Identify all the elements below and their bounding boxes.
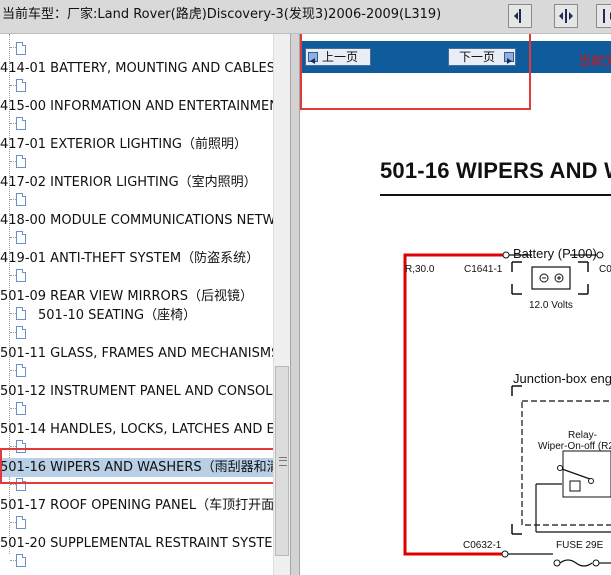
tree-item-label: 501-12 INSTRUMENT PANEL AND CONSOLE xyxy=(0,384,281,399)
panel-split-icon xyxy=(559,9,573,23)
connector-label: C0 xyxy=(599,264,611,275)
tree-item-label: 501-17 ROOF OPENING PANEL（车顶打开面板） xyxy=(0,498,290,513)
tree-item[interactable]: 501-12 INSTRUMENT PANEL AND CONSOLE xyxy=(0,382,281,401)
tree-branch xyxy=(10,47,16,48)
tree-scrollbar[interactable] xyxy=(273,34,290,575)
tree-item-label: 418-00 MODULE COMMUNICATIONS NETWORK xyxy=(0,213,290,228)
grip-icon xyxy=(279,457,287,466)
tree-item[interactable]: 501-10 SEATING（座椅） xyxy=(38,306,196,325)
page-icon xyxy=(16,307,26,320)
page-icon xyxy=(16,117,26,130)
tree-item-label: 417-02 INTERIOR LIGHTING（室内照明） xyxy=(0,175,257,190)
tree-item-label: 414-01 BATTERY, MOUNTING AND CABLES xyxy=(0,61,276,76)
tree-item[interactable]: 419-01 ANTI-THEFT SYSTEM（防盗系统） xyxy=(0,249,259,268)
tree-item-label: 501-10 SEATING（座椅） xyxy=(38,308,197,323)
tree-item[interactable]: 501-20 SUPPLEMENTAL RESTRAINT SYSTEM xyxy=(0,534,284,553)
junction-box-label: Junction-box eng xyxy=(513,371,611,386)
scrollbar-thumb[interactable] xyxy=(275,366,289,556)
power-wire xyxy=(403,253,506,556)
relay-label: Relay- xyxy=(568,430,597,441)
tree-item-label: 419-01 ANTI-THEFT SYSTEM（防盗系统） xyxy=(0,251,260,266)
battery-voltage-label: 12.0 Volts xyxy=(529,300,573,311)
page-icon xyxy=(16,554,26,567)
tree-item-label: 415-00 INFORMATION AND ENTERTAINMENT xyxy=(0,99,287,114)
panel-left-icon xyxy=(514,9,521,23)
page-icon xyxy=(16,326,26,339)
document-panel: 上一页 下一页 当前文 501-16 WIPERS AND WASHERS xyxy=(300,34,611,575)
page-icon xyxy=(16,231,26,244)
page-icon xyxy=(16,79,26,92)
tree-item[interactable]: 417-02 INTERIOR LIGHTING（室内照明） xyxy=(0,173,257,192)
tree-item[interactable]: 501-14 HANDLES, LOCKS, LATCHES AND ENTRY xyxy=(0,420,290,439)
tree-item[interactable]: 501-11 GLASS, FRAMES AND MECHANISMS xyxy=(0,344,279,363)
page-icon xyxy=(16,155,26,168)
layout-left-button[interactable] xyxy=(508,4,532,28)
battery-label: Battery (P100) xyxy=(513,246,597,261)
page-icon xyxy=(16,193,26,206)
tree-item[interactable]: 501-09 REAR VIEW MIRRORS（后视镜） xyxy=(0,287,253,306)
highlight-box-selected-item xyxy=(0,448,277,484)
panel-splitter[interactable] xyxy=(290,34,300,575)
tree-item[interactable]: 414-01 BATTERY, MOUNTING AND CABLES xyxy=(0,59,275,78)
connector-label: C1641-1 xyxy=(464,264,503,275)
tree-item-label: 501-11 GLASS, FRAMES AND MECHANISMS xyxy=(0,346,280,361)
panel-right-icon xyxy=(603,9,611,23)
window-title: 当前车型：厂家:Land Rover(路虎)Discovery-3(发现3)20… xyxy=(2,7,442,22)
connector-label: C0632-1 xyxy=(463,540,502,551)
tree-item-label: 501-20 SUPPLEMENTAL RESTRAINT SYSTEM xyxy=(0,536,284,551)
layout-split-button[interactable] xyxy=(554,4,578,28)
tree-item-label: 501-09 REAR VIEW MIRRORS（后视镜） xyxy=(0,289,254,304)
navigation-tree: 414-01 BATTERY, MOUNTING AND CABLES 415-… xyxy=(0,34,290,575)
page-icon xyxy=(16,269,26,282)
page-icon xyxy=(16,402,26,415)
window-title-bar: 当前车型：厂家:Land Rover(路虎)Discovery-3(发现3)20… xyxy=(0,0,611,34)
tree-item[interactable]: 417-01 EXTERIOR LIGHTING（前照明） xyxy=(0,135,247,154)
tree-item-label: 501-14 HANDLES, LOCKS, LATCHES AND ENTRY xyxy=(0,422,290,437)
page-icon xyxy=(16,364,26,377)
tree-item-label: 417-01 EXTERIOR LIGHTING（前照明） xyxy=(0,137,247,152)
tree-item[interactable]: 418-00 MODULE COMMUNICATIONS NETWORK xyxy=(0,211,290,230)
tree-item[interactable]: 415-00 INFORMATION AND ENTERTAINMENT xyxy=(0,97,287,116)
wire-label: R,30.0 xyxy=(405,264,435,275)
page-icon xyxy=(16,42,26,55)
fuse-label: FUSE 29E xyxy=(556,540,604,551)
layout-right-button[interactable] xyxy=(596,4,611,28)
relay-label: Wiper-On-off (R2 xyxy=(538,441,611,452)
page-icon xyxy=(16,516,26,529)
tree-item[interactable]: 501-17 ROOF OPENING PANEL（车顶打开面板） xyxy=(0,496,290,515)
